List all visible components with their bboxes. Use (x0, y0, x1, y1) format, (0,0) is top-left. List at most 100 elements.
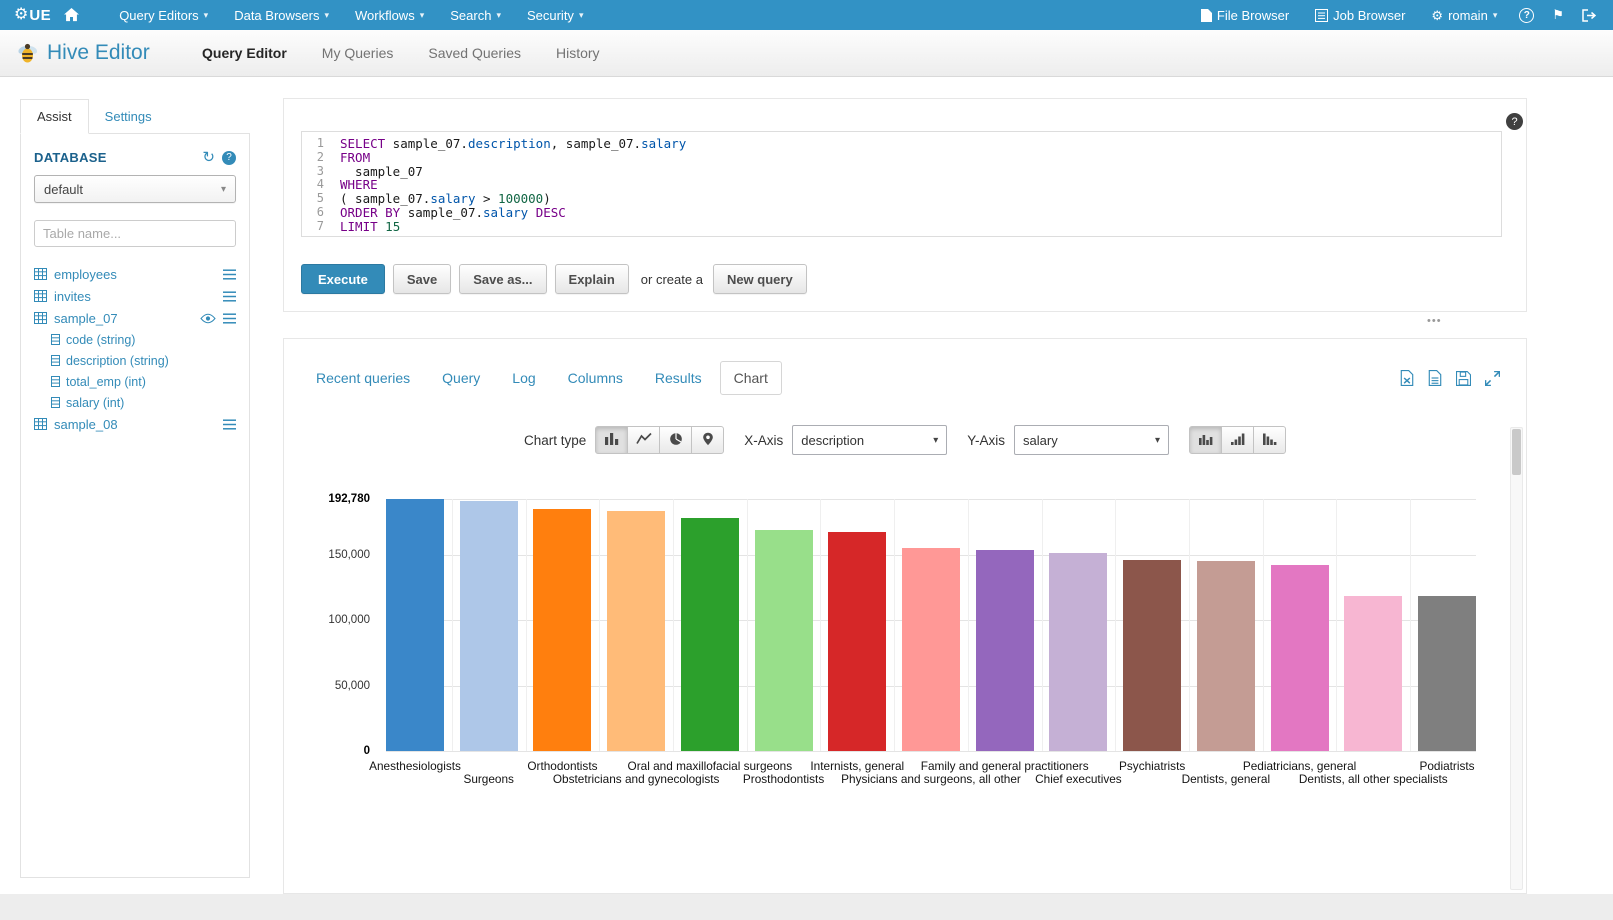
chart-bar-internists-general[interactable] (828, 532, 886, 751)
column-row-total-emp-int[interactable]: total_emp (int) (34, 371, 236, 392)
chart-type-bars-button[interactable] (595, 426, 628, 454)
tab-query-editor[interactable]: Query Editor (202, 45, 287, 61)
job-browser-link[interactable]: Job Browser (1302, 0, 1418, 30)
column-row-code-string[interactable]: code (string) (34, 329, 236, 350)
gridline (820, 499, 821, 751)
chart-bar-chief-executives[interactable] (1049, 553, 1107, 751)
results-tab-log[interactable]: Log (498, 361, 549, 395)
download-xls-button[interactable] (1400, 370, 1414, 386)
chart-bar-obstetricians-and-gynecologists[interactable] (607, 511, 665, 751)
column-icon (51, 376, 60, 387)
code-line: LIMIT 15 (340, 220, 1501, 234)
execute-button[interactable]: Execute (301, 264, 385, 294)
table-menu-icon[interactable] (223, 313, 236, 324)
nav-query-editors[interactable]: Query Editors▾ (106, 0, 221, 30)
sort-none-button[interactable] (1189, 426, 1222, 454)
chart-bar-surgeons[interactable] (460, 501, 518, 751)
table-search-input[interactable] (34, 220, 236, 247)
chart-bar-psychiatrists[interactable] (1123, 560, 1181, 751)
expand-fullscreen-button[interactable] (1485, 371, 1500, 386)
chart-bar-podiatrists[interactable] (1418, 596, 1476, 751)
preview-eye-icon[interactable] (200, 313, 216, 324)
sql-code[interactable]: SELECT sample_07.description, sample_07.… (332, 132, 1501, 236)
assist-help-icon[interactable]: ? (222, 151, 236, 165)
chart-bar-orthodontists[interactable] (533, 509, 591, 751)
file-browser-icon (1201, 9, 1212, 22)
results-tab-results[interactable]: Results (641, 361, 716, 395)
resize-handle[interactable]: ••• (1427, 315, 1442, 327)
column-name: total_emp (int) (66, 375, 146, 389)
home-button[interactable] (51, 0, 92, 30)
nav-security[interactable]: Security▾ (514, 0, 597, 30)
database-select[interactable]: default ▾ (34, 175, 236, 203)
sort-desc-button[interactable] (1253, 426, 1286, 454)
table-row-employees[interactable]: employees (34, 263, 236, 285)
user-menu[interactable]: ⚙ romain ▾ (1418, 0, 1510, 30)
table-menu-icon[interactable] (223, 269, 236, 280)
nav-data-browsers[interactable]: Data Browsers▾ (221, 0, 342, 30)
tab-settings[interactable]: Settings (105, 109, 152, 124)
nav-search[interactable]: Search▾ (437, 0, 514, 30)
table-row-invites[interactable]: invites (34, 285, 236, 307)
job-browser-label: Job Browser (1333, 8, 1405, 23)
tab-assist[interactable]: Assist (20, 99, 89, 134)
nav-workflows[interactable]: Workflows▾ (342, 0, 437, 30)
scrollbar[interactable] (1510, 427, 1523, 890)
sql-editor[interactable]: 1234567 SELECT sample_07.description, sa… (301, 131, 1502, 237)
results-tab-columns[interactable]: Columns (554, 361, 637, 395)
download-csv-button[interactable] (1428, 370, 1442, 386)
sort-asc-button[interactable] (1221, 426, 1254, 454)
new-query-button[interactable]: New query (713, 264, 807, 294)
hue-logo[interactable]: ⚙ UE (14, 7, 51, 24)
chart-bar-oral-and-maxillofacial-surgeons[interactable] (681, 518, 739, 751)
table-menu-icon[interactable] (223, 419, 236, 430)
tab-my-queries[interactable]: My Queries (322, 45, 394, 61)
table-menu-icon[interactable] (223, 291, 236, 302)
results-tab-chart[interactable]: Chart (720, 361, 782, 395)
file-browser-link[interactable]: File Browser (1188, 0, 1302, 30)
explain-button[interactable]: Explain (555, 264, 629, 294)
table-name: invites (54, 289, 91, 304)
chart-bar-dentists-general[interactable] (1197, 561, 1255, 751)
help-button[interactable]: ? (1510, 0, 1543, 30)
x-tick-label: Prosthodontists (743, 772, 824, 786)
chart-type-map-button[interactable] (691, 426, 724, 454)
chart-bar-family-and-general-practitioners[interactable] (976, 550, 1034, 751)
save-as-button[interactable]: Save as... (459, 264, 546, 294)
table-row-sample-08[interactable]: sample_08 (34, 413, 236, 435)
column-row-salary-int[interactable]: salary (int) (34, 392, 236, 413)
save-button[interactable]: Save (393, 264, 451, 294)
job-browser-icon (1315, 9, 1328, 22)
editor-help-icon[interactable]: ? (1506, 113, 1523, 130)
y-tick-label: 192,780 (328, 493, 370, 505)
logout-button[interactable] (1573, 0, 1605, 30)
chart-bar-pediatricians-general[interactable] (1271, 565, 1329, 751)
tab-saved-queries[interactable]: Saved Queries (428, 45, 521, 61)
x-tick-label: Chief executives (1035, 772, 1122, 786)
scrollbar-thumb[interactable] (1512, 429, 1521, 475)
gridline (747, 499, 748, 751)
chart-bar-prosthodontists[interactable] (755, 530, 813, 751)
chart-bar-dentists-all-other-specialists[interactable] (1344, 596, 1402, 751)
tab-history[interactable]: History (556, 45, 600, 61)
map-marker-icon (702, 432, 714, 449)
y-tick-label: 100,000 (328, 614, 370, 626)
caret-down-icon: ▾ (324, 10, 329, 21)
feedback-flag-button[interactable]: ⚑ (1543, 0, 1573, 30)
x-axis-select[interactable]: description ▾ (792, 425, 947, 455)
save-results-button[interactable] (1456, 371, 1471, 386)
code-line: WHERE (340, 178, 1501, 192)
results-tab-recent-queries[interactable]: Recent queries (302, 361, 424, 395)
y-axis-select[interactable]: salary ▾ (1014, 425, 1169, 455)
chart-type-pie-button[interactable] (659, 426, 692, 454)
column-row-description-string[interactable]: description (string) (34, 350, 236, 371)
chart-bar-physicians-and-surgeons-all-other[interactable] (902, 548, 960, 751)
results-tab-query[interactable]: Query (428, 361, 494, 395)
chart-bar-anesthesiologists[interactable] (386, 499, 444, 751)
line-numbers: 1234567 (302, 132, 332, 236)
column-name: description (string) (66, 354, 169, 368)
refresh-icon[interactable]: ↻ (202, 150, 215, 165)
table-row-sample-07[interactable]: sample_07 (34, 307, 236, 329)
chart-type-line-button[interactable] (627, 426, 660, 454)
results-tabs-row: Recent queriesQueryLogColumnsResultsChar… (284, 339, 1526, 395)
